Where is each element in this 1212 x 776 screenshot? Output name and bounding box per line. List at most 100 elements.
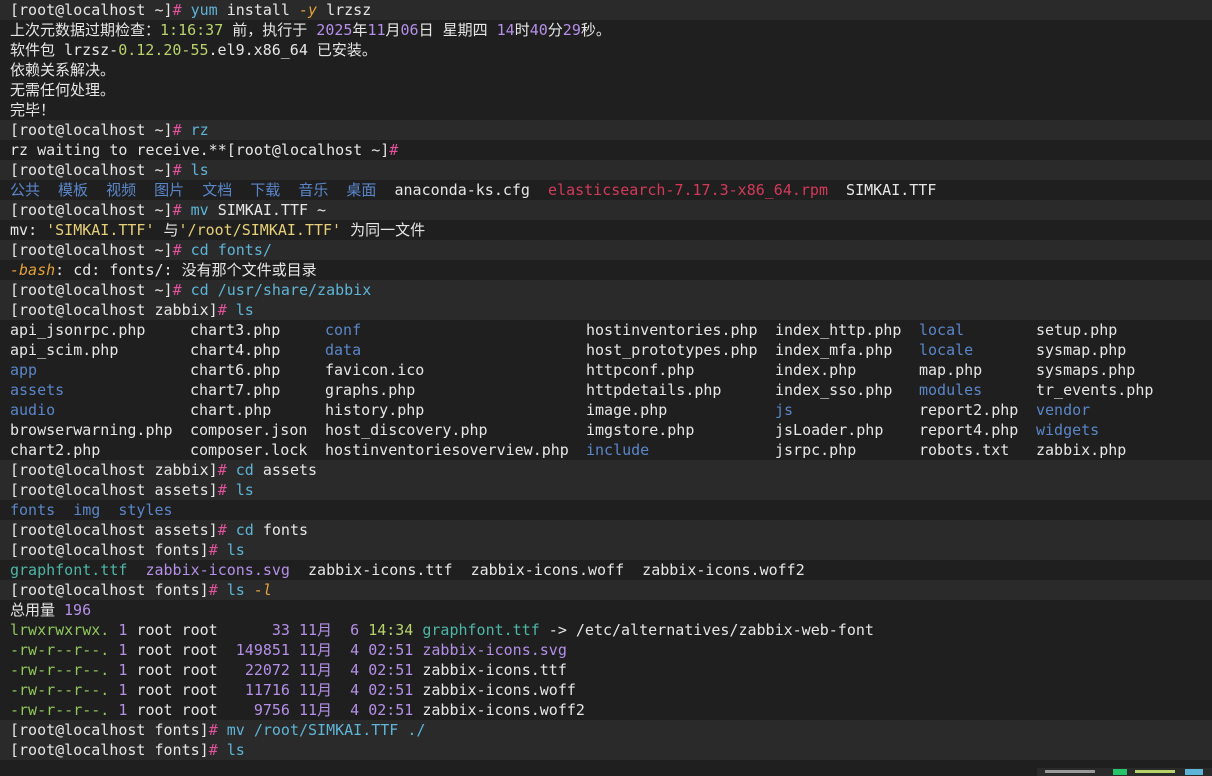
prompt: [root@localhost fonts] (10, 721, 209, 739)
output-number: 40 (529, 21, 548, 39)
directory-entry: conf (325, 321, 362, 339)
output-text: 上次元数据过期检查： (10, 21, 161, 39)
output-text: 总用量 (10, 601, 65, 619)
link-target: /etc/alternatives/zabbix-web-font (575, 621, 874, 639)
output-line: -bash: cd: fonts/: 没有那个文件或目录 (0, 260, 1212, 280)
file-entry: imgstore.php (586, 421, 695, 439)
symlink-entry: graphfont.ttf (10, 561, 128, 579)
command-args: /root/SIMKAI.TTF ./ (244, 721, 426, 739)
rpm-file-entry: elasticsearch-7.17.3-x86_64.rpm (548, 181, 828, 199)
command-line: [root@localhost ~]# rz (0, 120, 1212, 140)
prompt: [root@localhost fonts] (10, 741, 209, 759)
directory-entry: audio (10, 401, 56, 419)
prompt-hash: # (208, 581, 218, 599)
output-line: 完毕！ (10, 101, 56, 119)
command-line: [root@localhost ~]# ls (0, 160, 1212, 180)
directory-entry: local (919, 321, 965, 339)
prompt: [root@localhost assets] (10, 481, 218, 499)
prompt-hash: # (172, 121, 182, 139)
prompt: [root@localhost ~] (10, 121, 173, 139)
directory-entry: locale (919, 341, 974, 359)
prompt: [root@localhost ~] (10, 161, 173, 179)
output-number: 06 (400, 21, 419, 39)
quoted-path: 'SIMKAI.TTF' (46, 221, 155, 239)
output-line: rz waiting to receive.**[root@localhost … (0, 140, 1212, 160)
command-args: /usr/share/zabbix (208, 281, 372, 299)
status-indicator (1113, 769, 1127, 775)
file-size: 22072 (244, 661, 290, 679)
command-args: lrzsz (317, 1, 372, 19)
file-entry: httpconf.php (586, 361, 695, 379)
directory-entry: modules (919, 381, 983, 399)
day: 4 (350, 701, 360, 719)
output-line: 上次元数据过期检查：1:16:37 前，执行于 2025年11月06日 星期四 … (0, 20, 1212, 40)
month: 11月 (299, 621, 333, 639)
listing-row: assets chart7.php graphs.php httpdetails.ph… (0, 380, 1212, 400)
command-line: [root@localhost ~]# yum install -y lrzsz (0, 0, 1212, 20)
listing-row: chart2.php composer.lock hostinventoriesov… (0, 440, 1212, 460)
output-number: 11 (367, 21, 386, 39)
file-entry: sysmap.php (1036, 341, 1127, 359)
output-text: rz waiting to receive.**[root@localhost … (10, 141, 390, 159)
output-text: 日 星期四 (418, 21, 497, 39)
file-entry: jsrpc.php (775, 441, 857, 459)
command-line: [root@localhost assets]# cd fonts (0, 520, 1212, 540)
time: 02:51 (368, 681, 414, 699)
file-entry: robots.txt (919, 441, 1010, 459)
time: 02:51 (368, 661, 414, 679)
command-args: assets (253, 461, 318, 479)
long-listing-row: -rw-r--r--. 1 root root 9756 11月 4 02:51… (0, 700, 1212, 720)
directory-entry: widgets (1036, 421, 1100, 439)
long-listing: lrwxrwxrwx. 1 root root 33 11月 6 14:34 g… (0, 620, 1212, 720)
file-entry: api_scim.php (10, 341, 119, 359)
time: 02:51 (368, 701, 414, 719)
owner: root root (136, 641, 218, 659)
prompt-hash: # (208, 541, 218, 559)
time: 02:51 (368, 641, 414, 659)
command-args: SIMKAI.TTF ~ (208, 201, 327, 219)
month: 11月 (299, 641, 333, 659)
prompt: [root@localhost ~] (10, 1, 173, 19)
file-entry: index_sso.php (775, 381, 893, 399)
file-entry: zabbix-icons.ttf zabbix-icons.woff zabbi… (289, 561, 805, 579)
status-indicator (1185, 769, 1203, 775)
zabbix-file-listing: api_jsonrpc.php chart3.php conf hostinvento… (0, 320, 1212, 460)
file-entry: composer.lock (190, 441, 308, 459)
prompt: [root@localhost fonts] (10, 541, 209, 559)
command-line: [root@localhost ~]# cd fonts/ (0, 240, 1212, 260)
file-entry: hostinventoriesoverview.php (325, 441, 569, 459)
command-name: ls (190, 161, 209, 179)
status-bar (1037, 768, 1212, 776)
file-entry: chart3.php (190, 321, 281, 339)
file-entry: tr_events.php (1036, 381, 1154, 399)
file-name: zabbix-icons.svg (422, 641, 567, 659)
terminal-output[interactable]: [root@localhost ~]# yum install -y lrzsz… (0, 0, 1212, 760)
prompt: [root@localhost zabbix] (10, 301, 218, 319)
output-text: 时 (514, 21, 530, 39)
command-name: cd (235, 521, 254, 539)
command-args: fonts (253, 521, 309, 539)
directory-entry: app (10, 361, 38, 379)
day: 4 (350, 641, 360, 659)
file-entry: chart7.php (190, 381, 281, 399)
output-text: 前，执行于 (223, 21, 317, 39)
file-entry: jsLoader.php (775, 421, 884, 439)
prompt: [root@localhost fonts] (10, 581, 209, 599)
command-line: [root@localhost assets]# ls (0, 480, 1212, 500)
prompt-hash: # (217, 521, 227, 539)
output-line: 总用量 196 (0, 600, 1212, 620)
output-text: : (28, 221, 47, 239)
file-entry: chart2.php (10, 441, 101, 459)
prompt: [root@localhost zabbix] (10, 461, 218, 479)
svg-file-entry: zabbix-icons.svg (145, 561, 290, 579)
day: 4 (350, 661, 360, 679)
permissions: lrwxrwxrwx. (10, 621, 110, 639)
command-args: fonts/ (208, 241, 272, 259)
prompt: [root@localhost ~] (10, 241, 173, 259)
